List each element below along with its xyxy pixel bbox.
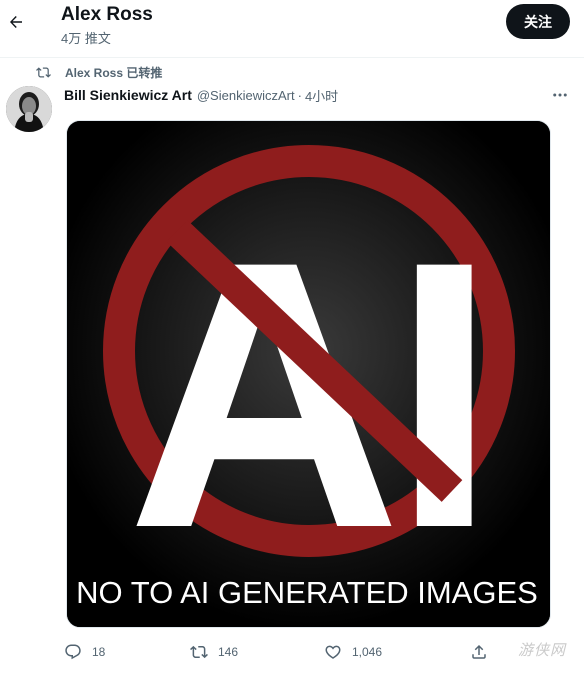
reply-button[interactable]: 18: [64, 640, 105, 664]
avatar[interactable]: [6, 86, 52, 132]
tweet-author-row: Bill Sienkiewicz Art @SienkiewiczArt · 4…: [64, 86, 338, 104]
tweet-action-bar: 18 146 1,046: [0, 640, 584, 664]
heart-icon: [325, 645, 341, 659]
avatar-image: [6, 86, 52, 132]
more-options-button[interactable]: [548, 86, 572, 104]
like-button[interactable]: 1,046: [324, 640, 382, 664]
retweet-label[interactable]: Alex Ross 已转推: [65, 64, 162, 81]
follow-button[interactable]: 关注: [506, 4, 570, 39]
retweet-icon: [36, 66, 51, 78]
retweet-icon: [190, 645, 208, 659]
no-ai-image: AI NO TO AI GENERATED IMAGES: [67, 121, 550, 627]
tweet-media[interactable]: AI NO TO AI GENERATED IMAGES: [66, 120, 551, 628]
share-button[interactable]: [470, 640, 488, 664]
image-caption: NO TO AI GENERATED IMAGES: [76, 575, 538, 610]
tweet-time[interactable]: 4小时: [305, 86, 338, 105]
tweet-count: 4万 推文: [61, 31, 111, 46]
retweet-button[interactable]: 146: [190, 640, 238, 664]
author-name[interactable]: Bill Sienkiewicz Art: [64, 87, 192, 103]
arrow-left-icon: [10, 16, 22, 28]
back-button[interactable]: [4, 8, 28, 36]
reply-icon: [65, 644, 81, 660]
share-icon: [472, 644, 486, 659]
header-divider: [0, 57, 584, 58]
author-handle[interactable]: @SienkiewiczArt: [197, 88, 295, 103]
separator-dot: ·: [297, 87, 302, 103]
profile-header: Alex Ross 4万 推文 关注: [0, 0, 584, 56]
like-count: 1,046: [352, 645, 383, 659]
reply-count: 18: [92, 645, 106, 659]
profile-title: Alex Ross: [61, 4, 153, 25]
site-watermark: 游侠网: [517, 640, 566, 659]
retweet-count: 146: [218, 645, 239, 659]
more-icon: [553, 93, 567, 97]
retweet-indicator: Alex Ross 已转推: [36, 64, 162, 80]
